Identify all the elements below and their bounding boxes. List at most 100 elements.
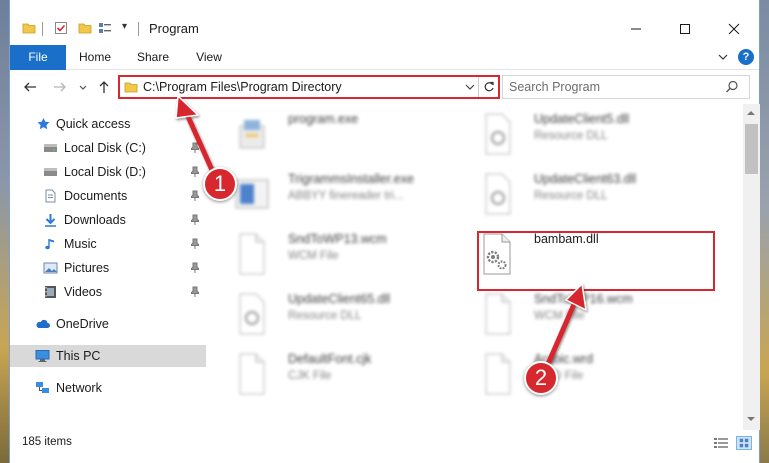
address-history-chevron-down-icon[interactable] [464, 81, 476, 93]
sidebar-item-label: Pictures [64, 261, 110, 275]
navigation-pane: Quick access Local Disk (C:) Local Disk … [10, 104, 206, 430]
search-input[interactable] [509, 79, 709, 95]
minimize-button[interactable] [613, 14, 659, 44]
scrollbar-thumb[interactable] [745, 124, 758, 174]
vertical-scrollbar[interactable] [743, 104, 760, 430]
file-name: SndToWP13.wcm [288, 232, 387, 246]
file-name: TrigrammsInstaller.exe [288, 172, 414, 186]
sidebar-item-videos[interactable]: Videos [10, 281, 206, 303]
downloads-icon [45, 214, 56, 227]
file-item[interactable]: UpdateClient65.dll Resource DLL [210, 290, 450, 346]
file-name: UpdateClient65.dll [288, 292, 391, 306]
file-icon [239, 353, 265, 395]
close-button[interactable] [711, 14, 757, 44]
sidebar-item-label: Music [64, 237, 97, 251]
pin-icon[interactable] [190, 262, 200, 274]
network-icon [36, 382, 49, 393]
file-item[interactable]: DefaultFont.cjk CJK File [210, 350, 450, 406]
pin-icon[interactable] [190, 142, 200, 154]
ribbon-tabs: File Home Share View ? [10, 45, 759, 70]
address-bar[interactable]: C:\Program Files\Program Directory [118, 75, 500, 99]
pin-icon[interactable] [190, 286, 200, 298]
file-item[interactable]: TrigrammsInstaller.exe ABBYY finereader … [210, 170, 450, 226]
sidebar-item-downloads[interactable]: Downloads [10, 209, 206, 231]
tab-view[interactable]: View [186, 45, 232, 70]
file-item[interactable]: UpdateClient5.dll Resource DLL [456, 110, 696, 166]
scroll-up-arrow-icon[interactable] [746, 108, 756, 118]
dll-icon [485, 113, 511, 155]
title-bar: ▾ Program [10, 0, 759, 44]
folder-icon [124, 82, 138, 93]
desktop-wallpaper-right [760, 0, 769, 463]
dll-icon [239, 293, 265, 335]
file-list: program.exe UpdateClient5.dll Resource D… [210, 104, 742, 430]
details-view-icon[interactable] [713, 436, 729, 450]
scroll-down-arrow-icon[interactable] [746, 414, 756, 424]
search-box[interactable] [502, 75, 750, 99]
tab-file[interactable]: File [10, 45, 66, 70]
sidebar-item-label: Local Disk (D:) [64, 165, 146, 179]
sidebar-item-label: Quick access [56, 117, 131, 131]
sidebar-item-label: OneDrive [56, 317, 109, 331]
step-2-badge: 2 [524, 361, 558, 395]
file-type: WCM File [288, 250, 339, 262]
sidebar-item-network[interactable]: Network [10, 377, 206, 399]
file-type: Resource DLL [288, 310, 362, 322]
sidebar-item-label: This PC [56, 349, 101, 363]
file-icon [485, 293, 511, 335]
file-type: ABBYY finereader tri... [288, 190, 404, 202]
sidebar-item-this-pc[interactable]: This PC [10, 345, 206, 367]
properties-check-icon[interactable] [54, 21, 68, 35]
file-item[interactable]: UpdateClient63.dll Resource DLL [456, 170, 696, 226]
sidebar-item-label: Downloads [64, 213, 126, 227]
onedrive-icon [36, 319, 50, 328]
sidebar-item-local-disk-d[interactable]: Local Disk (D:) [10, 161, 206, 183]
back-arrow-icon[interactable] [22, 79, 38, 95]
sidebar-item-label: Local Disk (C:) [64, 141, 146, 155]
file-name: program.exe [288, 112, 359, 126]
pin-icon[interactable] [190, 238, 200, 250]
refresh-button[interactable] [478, 77, 498, 97]
recent-locations-chevron-down-icon[interactable] [78, 79, 88, 95]
tab-share[interactable]: Share [128, 45, 178, 70]
search-icon[interactable] [725, 80, 739, 94]
sidebar-item-pictures[interactable]: Pictures [10, 257, 206, 279]
navigation-bar: C:\Program Files\Program Directory [10, 72, 759, 102]
file-item[interactable]: program.exe [210, 110, 450, 166]
sidebar-item-music[interactable]: Music [10, 233, 206, 255]
exe-icon [239, 120, 265, 149]
maximize-button[interactable] [662, 14, 708, 44]
forward-arrow-icon[interactable] [52, 79, 68, 95]
sidebar-item-documents[interactable]: Documents [10, 185, 206, 207]
star-icon [37, 118, 50, 130]
folder-icon [22, 23, 36, 34]
view-list-icon[interactable] [98, 21, 112, 35]
customize-toolbar-chevron-down-icon[interactable]: ▾ [122, 21, 127, 32]
file-item[interactable]: SndToWP13.wcm WCM File [210, 230, 450, 286]
videos-icon [45, 286, 56, 298]
pin-icon[interactable] [190, 166, 200, 178]
large-icons-view-icon[interactable] [736, 436, 752, 450]
tab-home[interactable]: Home [70, 45, 120, 70]
pin-icon[interactable] [190, 214, 200, 226]
status-bar: 185 items [10, 430, 759, 456]
sidebar-item-local-disk-c[interactable]: Local Disk (C:) [10, 137, 206, 159]
sidebar-item-quick-access[interactable]: Quick access [10, 113, 206, 135]
file-icon [485, 353, 511, 395]
sidebar-item-onedrive[interactable]: OneDrive [10, 313, 206, 335]
drive-icon [44, 144, 57, 152]
desktop-wallpaper-left [0, 0, 9, 463]
pin-icon[interactable] [190, 190, 200, 202]
file-item[interactable]: Arabic.wrd WRD File [456, 350, 696, 406]
up-arrow-icon[interactable] [96, 79, 112, 95]
sidebar-item-label: Network [56, 381, 102, 395]
address-path[interactable]: C:\Program Files\Program Directory [143, 79, 342, 95]
toolbar-separator [138, 22, 139, 36]
help-button[interactable]: ? [738, 49, 754, 65]
expand-ribbon-chevron-down-icon[interactable] [716, 50, 730, 64]
file-name: UpdateClient5.dll [534, 112, 630, 126]
drive-icon [44, 168, 57, 176]
maximize-icon [680, 24, 690, 34]
file-item[interactable]: SndToWP16.wcm WCM File [456, 290, 696, 346]
new-folder-icon[interactable] [78, 21, 92, 35]
